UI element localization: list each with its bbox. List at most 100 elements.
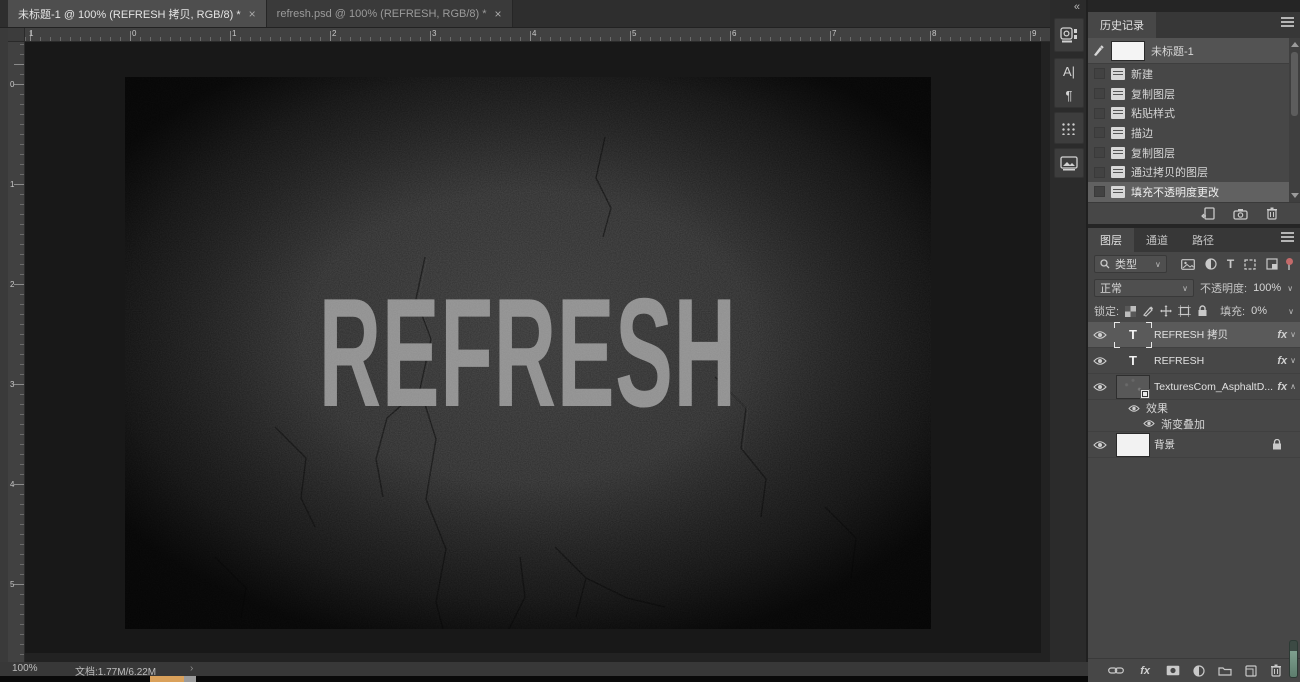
layer-thumbnail[interactable] [1112, 374, 1154, 399]
chevron-down-icon[interactable]: ∨ [1290, 356, 1296, 365]
layer-row-texture[interactable]: TexturesCom_AsphaltD... fx ∧ [1088, 374, 1300, 400]
new-layer-icon[interactable] [1245, 664, 1257, 677]
close-icon[interactable]: × [495, 7, 502, 21]
character-panel-icon[interactable]: A| [1063, 64, 1075, 79]
add-layer-mask-icon[interactable] [1166, 665, 1180, 676]
tab-paths[interactable]: 路径 [1180, 228, 1226, 252]
new-document-from-state-icon[interactable] [1201, 207, 1215, 220]
filter-pixel-layers-icon[interactable] [1180, 258, 1195, 270]
lock-all-icon[interactable] [1197, 305, 1208, 317]
lock-artboard-icon[interactable] [1178, 305, 1192, 317]
blend-mode-dropdown[interactable]: 正常 ∨ [1094, 279, 1194, 297]
document-tab-refresh-psd[interactable]: refresh.psd @ 100% (REFRESH, RGB/8) * × [266, 0, 513, 27]
add-layer-style-icon[interactable]: fx [1140, 665, 1150, 677]
panel-menu-icon[interactable] [1281, 17, 1294, 19]
eye-icon[interactable] [1128, 404, 1140, 413]
vertical-scrollbar[interactable] [1041, 42, 1050, 662]
delete-layer-trash-icon[interactable] [1270, 664, 1282, 677]
scroll-up-icon[interactable] [1291, 42, 1299, 47]
ruler-corner[interactable] [8, 28, 25, 42]
visibility-toggle[interactable] [1088, 440, 1112, 450]
layer-row-refresh-copy[interactable]: T REFRESH 拷贝 fx ∨ [1088, 321, 1300, 348]
chevron-up-icon[interactable]: ∧ [1290, 382, 1296, 391]
history-item-selected[interactable]: 填充不透明度更改 [1088, 182, 1289, 202]
document-tab-untitled[interactable]: 未标题-1 @ 100% (REFRESH 拷贝, RGB/8) * × [8, 0, 267, 27]
layer-name[interactable]: REFRESH 拷贝 [1154, 327, 1274, 342]
history-item[interactable]: 复制图层 [1088, 143, 1289, 163]
layer-row-background[interactable]: 背景 [1088, 432, 1300, 458]
document-canvas[interactable]: REFRESH [125, 77, 931, 629]
expand-panels-icon[interactable]: « [1074, 1, 1080, 13]
history-source-well[interactable] [1094, 68, 1105, 80]
filter-adjustment-layers-icon[interactable] [1205, 258, 1217, 270]
vertical-ruler[interactable]: 0 1 2 3 4 5 [8, 42, 25, 662]
layer-fx-badge[interactable]: fx [1277, 355, 1287, 367]
layer-thumbnail[interactable]: T [1112, 321, 1154, 348]
history-item[interactable]: 描边 [1088, 123, 1289, 143]
eye-icon [1093, 330, 1107, 339]
scroll-down-icon[interactable] [1291, 193, 1299, 198]
layer-fx-badge[interactable]: fx [1277, 381, 1287, 393]
effect-item-row[interactable]: 渐变叠加 [1088, 416, 1300, 432]
chevron-down-icon[interactable]: ∨ [1288, 307, 1294, 316]
effects-summary-row[interactable]: 效果 [1088, 400, 1300, 416]
new-group-folder-icon[interactable] [1218, 666, 1232, 676]
horizontal-ruler[interactable]: 1 0 1 2 3 4 5 6 7 8 9 [25, 28, 1050, 42]
pasteboard[interactable]: REFRESH [25, 42, 1050, 662]
close-icon[interactable]: × [249, 7, 256, 21]
opacity-value[interactable]: 100% [1253, 282, 1281, 294]
tab-layers[interactable]: 图层 [1088, 228, 1134, 252]
scrollbar-thumb[interactable] [1291, 52, 1298, 116]
filter-type-layers-icon[interactable]: T [1227, 257, 1234, 271]
history-source-well[interactable] [1094, 127, 1105, 139]
history-source-well[interactable] [1094, 147, 1105, 159]
dock-button-libraries[interactable] [1054, 148, 1084, 178]
filter-smart-objects-icon[interactable] [1266, 258, 1278, 270]
layer-name[interactable]: TexturesCom_AsphaltD... [1154, 381, 1274, 393]
panel-menu-icon[interactable] [1281, 232, 1294, 234]
layer-row-refresh[interactable]: T REFRESH fx ∨ [1088, 348, 1300, 374]
delete-trash-icon[interactable] [1266, 207, 1278, 220]
visibility-toggle[interactable] [1088, 382, 1112, 392]
history-scrollbar[interactable] [1289, 38, 1300, 202]
panel-dock: « A| ¶ [1050, 0, 1088, 682]
panel-scrollbar-thumb[interactable] [1289, 640, 1298, 678]
visibility-toggle[interactable] [1088, 330, 1112, 340]
layer-name[interactable]: 背景 [1154, 437, 1272, 452]
filter-type-dropdown[interactable]: 类型 ∨ [1094, 255, 1167, 273]
zoom-level-field[interactable]: 100% [12, 663, 38, 674]
lock-image-pixels-brush-icon[interactable] [1142, 305, 1154, 317]
chevron-down-icon[interactable]: ∨ [1290, 330, 1296, 339]
eye-icon[interactable] [1143, 419, 1155, 428]
history-item[interactable]: 通过拷贝的图层 [1088, 162, 1289, 182]
lock-transparent-pixels-icon[interactable] [1125, 305, 1137, 317]
filter-shape-layers-icon[interactable] [1244, 258, 1256, 270]
paragraph-panel-icon[interactable]: ¶ [1066, 88, 1073, 103]
history-snapshot-row[interactable]: 未标题-1 [1088, 38, 1300, 64]
layer-fx-badge[interactable]: fx [1277, 329, 1287, 341]
new-adjustment-layer-icon[interactable] [1193, 664, 1205, 677]
history-item[interactable]: 复制图层 [1088, 84, 1289, 104]
history-item[interactable]: 粘贴样式 [1088, 103, 1289, 123]
history-source-well[interactable] [1094, 166, 1105, 178]
layer-thumbnail[interactable] [1112, 432, 1154, 457]
layer-filtering-toggle[interactable] [1284, 258, 1294, 270]
lock-position-move-icon[interactable] [1160, 305, 1173, 317]
dock-button-properties[interactable] [1054, 18, 1084, 52]
visibility-toggle[interactable] [1088, 356, 1112, 366]
new-snapshot-camera-icon[interactable] [1233, 208, 1248, 220]
layer-name[interactable]: REFRESH [1154, 355, 1274, 367]
link-layers-icon[interactable] [1108, 666, 1125, 675]
history-source-well[interactable] [1094, 88, 1105, 100]
chevron-down-icon[interactable]: ∨ [1287, 284, 1293, 293]
tab-channels[interactable]: 通道 [1134, 228, 1180, 252]
fill-value[interactable]: 0% [1251, 305, 1267, 317]
tab-history[interactable]: 历史记录 [1088, 12, 1156, 38]
status-options-arrow-icon[interactable]: › [190, 663, 193, 674]
dock-button-glyphs[interactable] [1054, 112, 1084, 144]
layer-thumbnail[interactable]: T [1112, 350, 1154, 372]
history-source-well[interactable] [1094, 107, 1105, 119]
history-item[interactable]: 新建 [1088, 64, 1289, 84]
horizontal-scrollbar[interactable] [25, 653, 1050, 662]
history-source-well[interactable] [1094, 186, 1105, 198]
